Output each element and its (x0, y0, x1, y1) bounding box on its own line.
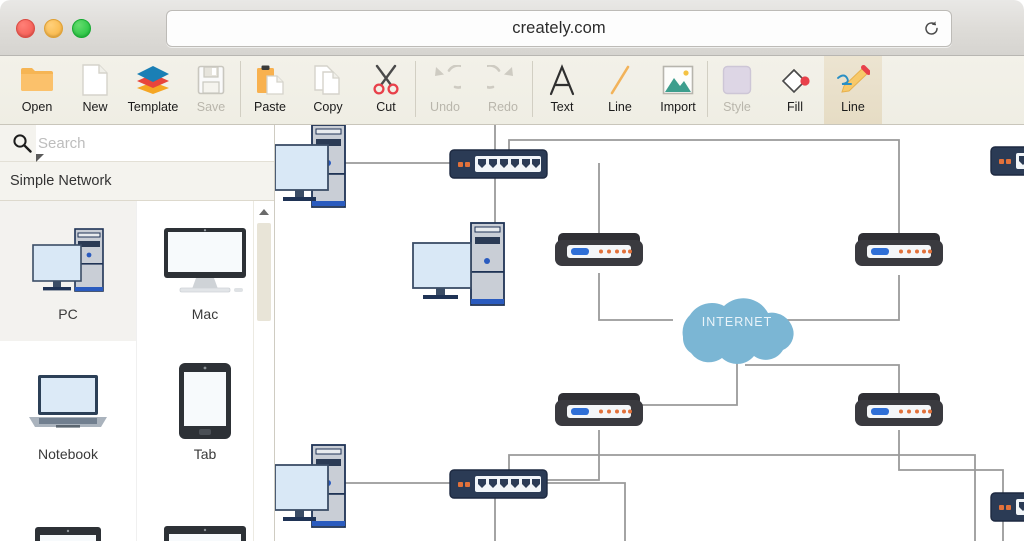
search-input[interactable] (36, 125, 274, 161)
main-toolbar: Open New Template Save Paste Copy Cut Un… (0, 56, 1024, 125)
scissors-icon (366, 61, 406, 99)
copy-icon (308, 61, 348, 99)
shape-item-pc[interactable]: PC (0, 201, 137, 341)
switch-top[interactable] (449, 149, 548, 179)
tool-label: Cut (376, 100, 396, 114)
scrollbar-thumb[interactable] (257, 223, 271, 321)
scroll-up-arrow-icon[interactable] (259, 209, 269, 215)
address-bar[interactable]: creately.com (166, 10, 952, 47)
zoom-button[interactable] (72, 19, 91, 38)
shape-label: Notebook (38, 446, 98, 462)
pc-middle[interactable] (412, 222, 505, 306)
undo-button[interactable]: Undo (416, 56, 474, 124)
router-right-upper[interactable] (855, 233, 943, 266)
new-button[interactable]: New (66, 56, 124, 124)
text-a-icon (542, 61, 582, 99)
browser-window: creately.com Open New Template Save Past… (0, 0, 1024, 541)
tool-label: Text (550, 100, 574, 114)
desktop-pc-shape (25, 220, 111, 302)
redo-icon (483, 61, 523, 99)
router-left-lower[interactable] (555, 393, 643, 426)
traffic-lights (16, 19, 91, 38)
imac-shape (158, 220, 252, 302)
sidebar-scrollbar[interactable] (253, 201, 274, 541)
search-dropdown-caret-icon[interactable] (36, 154, 44, 162)
tool-label: Fill (787, 100, 803, 114)
pencil-line-icon (833, 61, 873, 99)
shape-grid: PC Mac Notebook Tab (0, 201, 274, 541)
tool-label: Save (196, 100, 226, 114)
shape-label: Tab (193, 446, 217, 462)
tool-label: Undo (430, 100, 460, 114)
shape-item-notebook[interactable]: Notebook (0, 341, 137, 481)
fill-button[interactable]: Fill (766, 56, 824, 124)
tablet-shape (176, 360, 234, 442)
save-button[interactable]: Save (182, 56, 240, 124)
paint-bucket-icon (775, 61, 815, 99)
shape-label: PC (58, 306, 78, 322)
redo-button[interactable]: Redo (474, 56, 532, 124)
category-header[interactable]: Simple Network (0, 162, 274, 201)
connectors (345, 125, 1004, 541)
undo-icon (425, 61, 465, 99)
clipboard-icon (250, 61, 290, 99)
paste-button[interactable]: Paste (241, 56, 299, 124)
tool-label: Template (127, 100, 179, 114)
tool-label: Open (21, 100, 53, 114)
tool-label: Paste (254, 100, 286, 114)
cut-button[interactable]: Cut (357, 56, 415, 124)
layers-icon (133, 61, 173, 99)
monitor-shape-2 (161, 508, 249, 541)
floppy-icon (191, 61, 231, 99)
cloud-label: INTERNET (702, 315, 773, 329)
template-button[interactable]: Template (124, 56, 182, 124)
laptop-shape (23, 360, 113, 442)
diagonal-line-icon (600, 61, 640, 99)
minimize-button[interactable] (44, 19, 63, 38)
switch-bottom[interactable] (449, 469, 548, 499)
shape-label: Mac (191, 306, 219, 322)
tool-label: Line (608, 100, 632, 114)
tool-label: Redo (488, 100, 518, 114)
internet-cloud[interactable]: INTERNET (682, 298, 794, 364)
tool-label: Import (660, 100, 696, 114)
style-button[interactable]: Style (708, 56, 766, 124)
content-area: Simple Network (0, 125, 1024, 541)
reload-icon[interactable] (922, 19, 941, 38)
search-icon (12, 133, 32, 153)
url-text: creately.com (512, 19, 606, 37)
image-icon (658, 61, 698, 99)
shape-library-sidebar: Simple Network (0, 125, 275, 541)
pc-top-left[interactable] (275, 125, 346, 208)
pc-bottom-left[interactable] (275, 444, 346, 528)
search-row (0, 125, 274, 162)
open-button[interactable]: Open (8, 56, 66, 124)
line-style-button[interactable]: Line (824, 56, 882, 124)
copy-button[interactable]: Copy (299, 56, 357, 124)
laptop-shape-2 (31, 508, 105, 541)
shape-item-laptop-2[interactable] (0, 481, 137, 541)
folder-icon (17, 61, 57, 99)
text-button[interactable]: Text (533, 56, 591, 124)
import-button[interactable]: Import (649, 56, 707, 124)
switch-right-bottom-edge[interactable] (990, 492, 1024, 522)
close-button[interactable] (16, 19, 35, 38)
switch-right-top-edge[interactable] (990, 146, 1024, 176)
network-diagram[interactable]: INTERNET (275, 125, 1024, 541)
tool-label: New (82, 100, 108, 114)
diagram-canvas[interactable]: INTERNET (275, 125, 1024, 541)
tool-label: Copy (313, 100, 343, 114)
router-right-lower[interactable] (855, 393, 943, 426)
page-icon (75, 61, 115, 99)
router-left-upper[interactable] (555, 233, 643, 266)
line-button[interactable]: Line (591, 56, 649, 124)
tool-label: Line (841, 100, 865, 114)
title-bar: creately.com (0, 0, 1024, 56)
tool-label: Style (723, 100, 751, 114)
style-swatch-icon (717, 61, 757, 99)
